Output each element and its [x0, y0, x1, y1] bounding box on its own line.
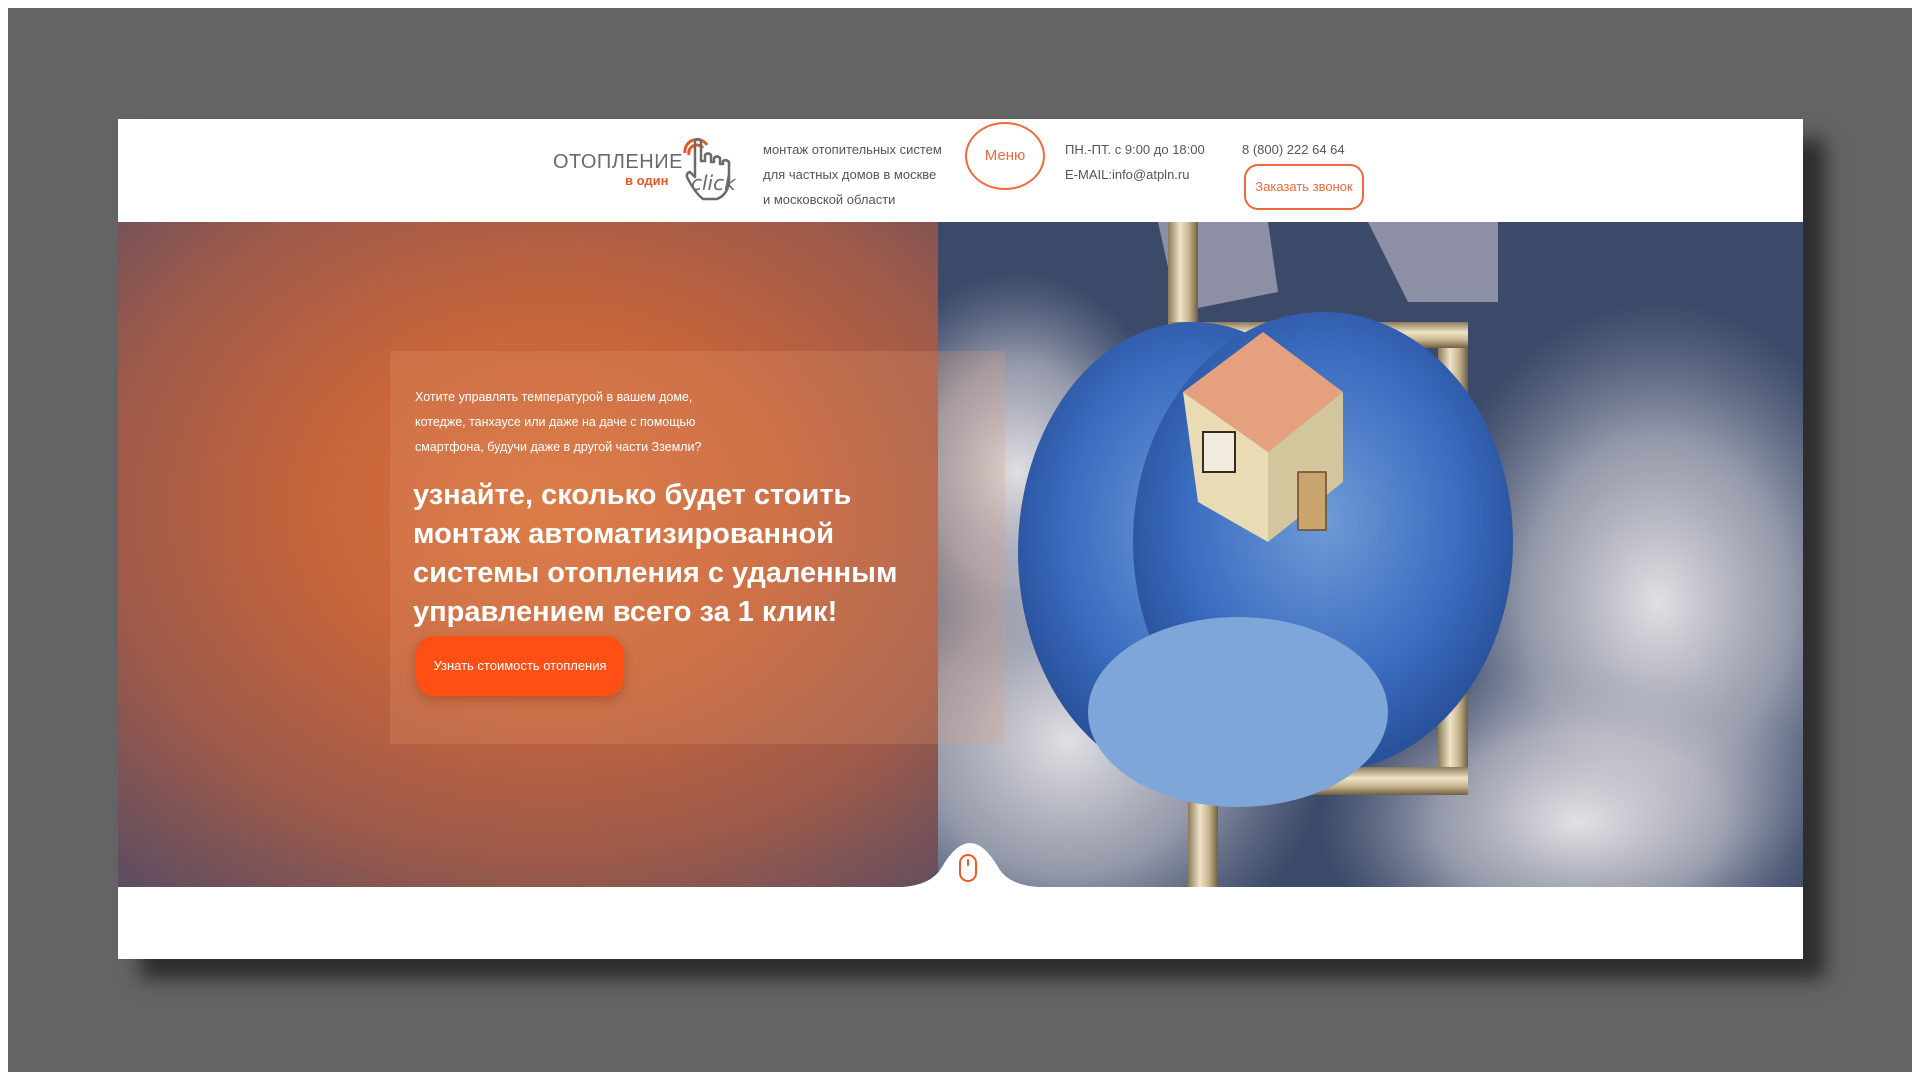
tagline-line: для частных домов в москве: [763, 167, 937, 182]
tagline: монтаж отопительных систем для частных д…: [763, 137, 963, 212]
headline-line: монтаж автоматизированной: [413, 518, 835, 550]
intro-line: котедже, танхаусе или даже на даче с пом…: [415, 415, 696, 429]
get-price-button[interactable]: Узнать стоимость отопления: [416, 636, 624, 696]
tagline-line: монтаж отопительных систем: [763, 142, 942, 157]
landing-page: ОТОПЛЕНИЕ в один click монтаж отопительн…: [118, 119, 1803, 959]
headline-line: узнайте, сколько будет стоить: [413, 479, 852, 511]
logo-subtext: в один: [625, 173, 669, 188]
site-logo[interactable]: ОТОПЛЕНИЕ в один click: [553, 131, 738, 206]
site-header: ОТОПЛЕНИЕ в один click монтаж отопительн…: [118, 119, 1803, 222]
hero-section: Хотите управлять температурой в вашем до…: [118, 222, 1803, 887]
contact-info: ПН.-ПТ. с 9:00 до 18:00 E-MAIL:info@atpl…: [1065, 137, 1205, 187]
tagline-line: и московской области: [763, 192, 896, 207]
headline-line: системы отопления с удаленным: [413, 557, 898, 589]
working-hours: ПН.-ПТ. с 9:00 до 18:00: [1065, 142, 1205, 157]
intro-line: Хотите управлять температурой в вашем до…: [415, 390, 693, 404]
mouse-scroll-icon[interactable]: [958, 853, 978, 883]
phone-number[interactable]: 8 (800) 222 64 64: [1242, 137, 1345, 162]
email-link[interactable]: E-MAIL:info@atpln.ru: [1065, 162, 1205, 187]
logo-text: ОТОПЛЕНИЕ: [553, 151, 683, 173]
headline-line: управлением всего за 1 клик!: [413, 596, 838, 628]
hero-headline: узнайте, сколько будет стоить монтаж авт…: [413, 476, 973, 632]
intro-question: Хотите управлять температурой в вашем до…: [415, 385, 755, 460]
menu-button[interactable]: Меню: [965, 122, 1045, 190]
logo-click-text: click: [691, 171, 736, 195]
house-in-mittens-image: [938, 222, 1803, 887]
intro-line: смартфона, будучи даже в другой части Зз…: [415, 440, 702, 454]
request-callback-button[interactable]: Заказать звонок: [1244, 164, 1364, 210]
